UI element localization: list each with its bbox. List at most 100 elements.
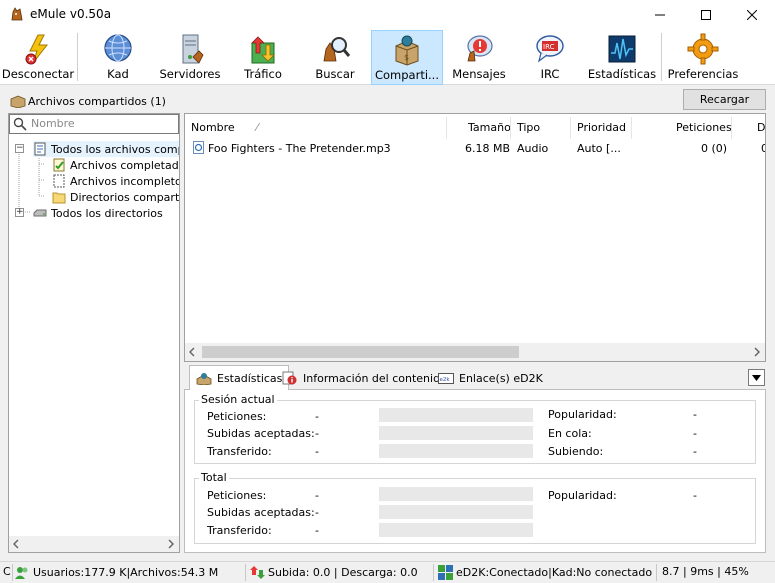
network-status-icon <box>438 565 453 580</box>
toolbar-label: Preferencias <box>667 67 739 81</box>
toolbar-traffic-button[interactable]: Tráfico <box>232 30 294 85</box>
tree-item-incomplete[interactable]: Archivos incompletos <box>52 173 179 189</box>
stat-label: Transferido: <box>207 524 272 537</box>
stat-value: - <box>315 524 319 537</box>
toolbar-label: Tráfico <box>244 67 282 81</box>
tree-item-label: Directorios compartidos <box>70 190 179 204</box>
search-magnifier-icon <box>323 37 351 62</box>
tab-label: Estadísticas <box>217 371 283 385</box>
stat-bar <box>379 505 533 519</box>
toolbar-kad-button[interactable]: Kad <box>90 30 146 85</box>
column-divider[interactable] <box>731 117 732 139</box>
tree-item-all-shared[interactable]: Todos los archivos compartidos <box>33 141 179 157</box>
maximize-button[interactable] <box>683 0 729 30</box>
status-users-segment: Usuarios:177.9 K|Archivos:54.3 M <box>15 565 218 580</box>
toolbar-irc-button[interactable]: IRC IRC <box>522 30 578 85</box>
stat-value: - <box>315 445 319 458</box>
column-header-name[interactable]: Nombre ⁄ <box>191 121 258 134</box>
toolbar-preferences-button[interactable]: Preferencias <box>666 30 740 85</box>
svg-text:$: $ <box>404 53 409 62</box>
tab-statistics[interactable]: Estadísticas <box>189 365 290 390</box>
completed-files-icon <box>53 158 65 172</box>
status-users-text: Usuarios:177.9 K|Archivos:54.3 M <box>33 566 219 579</box>
file-extra-cell: 0 <box>761 142 765 155</box>
column-divider[interactable] <box>446 117 447 139</box>
incomplete-files-icon <box>53 174 65 188</box>
status-network-text: eD2K:Conectado|Kad:No conectado <box>456 566 653 579</box>
tree-item-label: Todos los archivos compartidos <box>51 142 179 156</box>
column-header-size[interactable]: Tamaño <box>468 121 511 134</box>
traffic-arrows-icon <box>251 36 275 64</box>
stat-label: Peticiones: <box>207 410 267 423</box>
scrollbar-thumb[interactable] <box>202 346 519 358</box>
users-icon <box>15 567 28 579</box>
tab-label: Información del contenido <box>303 371 447 385</box>
file-priority-cell: Auto [... <box>577 142 621 155</box>
ed2k-link-icon: e2k <box>438 373 454 384</box>
sort-indicator-icon: ⁄ <box>256 121 259 134</box>
column-header-requests[interactable]: Peticiones <box>676 121 732 134</box>
scroll-right-icon[interactable] <box>753 347 761 357</box>
stat-value: - <box>693 427 697 440</box>
tab-label: Enlace(s) eD2K <box>459 371 543 385</box>
toolbar-label: Estadísticas <box>587 67 657 81</box>
tree-item-completed[interactable]: Archivos completados <box>52 157 179 173</box>
folder-icon <box>52 192 66 204</box>
toolbar-separator <box>661 33 662 81</box>
kad-globe-icon <box>104 34 132 62</box>
stat-label: Peticiones: <box>207 489 267 502</box>
status-divider <box>433 564 434 581</box>
reload-button[interactable]: Recargar <box>683 89 766 110</box>
tab-content-info[interactable]: Información del contenido <box>276 367 453 389</box>
toolbar-search-button[interactable]: Buscar <box>304 30 366 85</box>
scroll-left-icon[interactable] <box>188 347 196 357</box>
minimize-button[interactable] <box>637 0 683 30</box>
stat-label: Popularidad: <box>548 408 617 421</box>
toolbar-servers-button[interactable]: Servidores <box>156 30 224 85</box>
column-divider[interactable] <box>570 117 571 139</box>
toolbar-shared-files-button[interactable]: $ Comparti... <box>371 30 443 85</box>
column-header-priority[interactable]: Prioridad <box>577 121 626 134</box>
column-header-extra[interactable]: Da <box>757 121 765 134</box>
toolbar-disconnect-button[interactable]: Desconectar <box>2 30 74 85</box>
toolbar-label: Comparti... <box>374 68 439 82</box>
tree-item-label: Todos los directorios <box>51 206 163 220</box>
svg-text:IRC: IRC <box>543 43 555 51</box>
tree-expand-toggle[interactable]: + <box>15 208 24 217</box>
tree-item-shared-dirs[interactable]: Directorios compartidos <box>52 189 179 205</box>
stat-label: Transferido: <box>207 445 272 458</box>
close-icon <box>747 10 757 20</box>
search-placeholder: Nombre <box>31 117 75 130</box>
close-button[interactable] <box>729 0 775 30</box>
scroll-right-icon[interactable] <box>167 539 175 549</box>
column-header-label: Nombre <box>191 121 235 134</box>
file-size-cell: 6.18 MB <box>465 142 511 155</box>
stat-value: - <box>315 427 319 440</box>
shared-files-icon <box>34 142 46 156</box>
tree-horizontal-scrollbar[interactable] <box>9 536 179 552</box>
statistics-tab-icon <box>196 373 212 385</box>
column-header-type[interactable]: Tipo <box>517 121 540 134</box>
status-transfer-segment: Subida: 0.0 | Descarga: 0.0 <box>250 565 418 580</box>
maximize-icon <box>701 10 711 20</box>
stat-bar <box>379 487 533 501</box>
tree-item-all-dirs[interactable]: Todos los directorios <box>33 205 179 221</box>
toolbar-messages-button[interactable]: Mensajes <box>448 30 510 85</box>
stat-bar <box>379 408 533 422</box>
stat-label: Subidas aceptadas: <box>207 427 315 440</box>
shared-files-title: Archivos compartidos (1) <box>28 95 166 108</box>
audio-file-icon <box>193 141 204 154</box>
shared-files-list: Nombre ⁄ Tamaño Tipo Prioridad Peticione… <box>184 113 766 362</box>
stat-label: Subidas aceptadas: <box>207 506 315 519</box>
tree-item-label: Archivos completados <box>70 158 179 172</box>
column-divider[interactable] <box>631 117 632 139</box>
tab-ed2k-links[interactable]: e2k Enlace(s) eD2K <box>432 367 549 389</box>
servers-icon <box>182 34 204 64</box>
scroll-left-icon[interactable] <box>12 539 20 549</box>
toolbar-statistics-button[interactable]: Estadísticas <box>588 30 656 85</box>
stat-value: - <box>315 410 319 423</box>
tab-dropdown-button[interactable] <box>748 369 765 386</box>
irc-bubble-icon: IRC <box>536 35 564 63</box>
column-divider[interactable] <box>510 117 511 139</box>
tree-collapse-toggle[interactable]: − <box>15 144 24 153</box>
